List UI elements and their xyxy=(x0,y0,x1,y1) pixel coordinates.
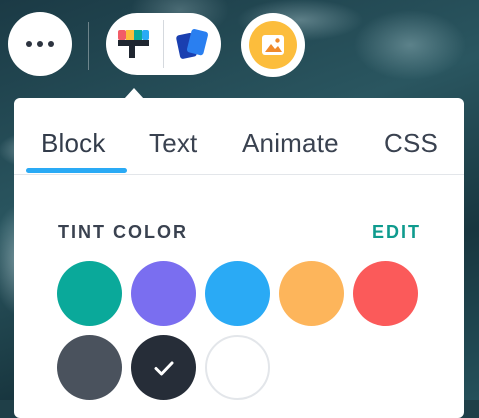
tab-css[interactable]: CSS xyxy=(384,128,438,159)
style-panel: Block Text Animate CSS TINT COLOR EDIT xyxy=(14,98,464,418)
layers-cards-icon xyxy=(175,29,208,59)
tint-swatch[interactable] xyxy=(353,261,418,326)
tint-color-title: TINT COLOR xyxy=(58,222,188,242)
tab-text[interactable]: Text xyxy=(149,128,197,159)
active-tab-indicator xyxy=(26,168,127,173)
edit-tint-button[interactable]: EDIT xyxy=(372,222,421,243)
tint-swatch[interactable] xyxy=(131,335,196,400)
panel-tabs: Block Text Animate CSS xyxy=(14,98,464,175)
tint-swatch[interactable] xyxy=(57,261,122,326)
tint-swatch[interactable] xyxy=(57,335,122,400)
more-horizontal-icon xyxy=(26,41,54,47)
image-icon xyxy=(262,35,284,55)
checkmark-icon xyxy=(154,361,173,375)
tint-swatch[interactable] xyxy=(205,261,270,326)
tint-swatch[interactable] xyxy=(205,335,270,400)
style-brush-button[interactable] xyxy=(106,13,163,75)
tab-block[interactable]: Block xyxy=(41,128,106,159)
style-toggle-group xyxy=(106,13,221,75)
tab-animate[interactable]: Animate xyxy=(242,128,339,159)
image-button-circle xyxy=(249,21,297,69)
more-options-button[interactable] xyxy=(8,12,72,76)
toolbar-divider xyxy=(88,22,89,70)
tint-swatch[interactable] xyxy=(279,261,344,326)
image-background-button[interactable] xyxy=(241,13,305,77)
paint-brush-icon xyxy=(117,30,149,58)
tint-swatch[interactable] xyxy=(131,261,196,326)
style-cards-button[interactable] xyxy=(164,13,221,75)
